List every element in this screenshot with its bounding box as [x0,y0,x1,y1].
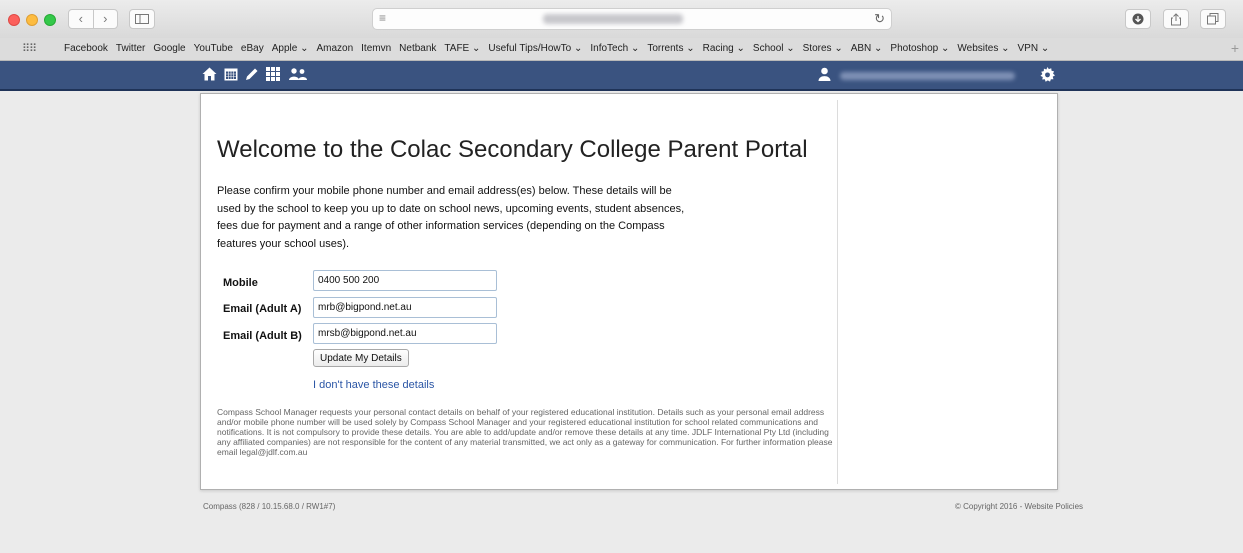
bookmark-item[interactable]: School ⌄ [753,43,795,54]
browser-titlebar: ‹ › ≡ ↻ [0,0,1243,38]
downloads-button[interactable] [1125,9,1151,29]
bookmark-item[interactable]: YouTube [194,43,233,54]
mobile-label: Mobile [223,277,258,289]
zoom-window-button[interactable] [44,14,56,26]
tabs-icon [1207,13,1219,25]
email-adult-a-label: Email (Adult A) [223,303,302,315]
bookmark-item[interactable]: Google [153,43,185,54]
bookmarks-list: Facebook Twitter Google YouTube eBay Apple ⌄ A… [64,43,1057,54]
top-sites-grid-icon[interactable]: ⠿⠿ [22,42,37,55]
email-adult-b-input[interactable] [313,323,497,344]
bookmark-item[interactable]: Useful Tips/HowTo ⌄ [488,43,582,54]
bookmark-item[interactable]: eBay [241,43,264,54]
bookmark-item[interactable]: Photoshop ⌄ [890,43,949,54]
bookmark-item[interactable]: Apple ⌄ [272,43,309,54]
url-text-blurred [543,14,683,24]
reload-icon[interactable]: ↻ [874,11,885,27]
bookmark-item[interactable]: Itemvn [361,43,391,54]
pencil-icon[interactable] [245,67,259,86]
gear-icon[interactable] [1040,67,1055,87]
email-adult-b-label: Email (Adult B) [223,330,302,342]
download-icon [1132,13,1144,25]
home-icon[interactable] [202,67,217,86]
grid-icon[interactable] [266,67,280,86]
back-forward-buttons: ‹ › [68,9,118,29]
people-icon[interactable] [288,67,308,86]
user-name-blurred[interactable] [840,72,1015,80]
footer-copyright[interactable]: © Copyright 2016 - Website Policies [955,502,1083,511]
bookmarks-bar: ⠿⠿ Facebook Twitter Google YouTube eBay Apple… [0,38,1243,61]
footer-version: Compass (828 / 10.15.68.0 / RW1#7) [203,502,336,511]
share-button[interactable] [1163,9,1189,29]
bookmark-item[interactable]: Torrents ⌄ [647,43,694,54]
tabs-overview-button[interactable] [1200,9,1226,29]
new-tab-plus-icon[interactable]: + [1231,40,1239,56]
bookmark-item[interactable]: Stores ⌄ [803,43,843,54]
reader-icon[interactable]: ≡ [379,11,386,25]
user-icon[interactable] [818,67,831,86]
mobile-input[interactable] [313,270,497,291]
chevron-left-icon[interactable]: ‹ [69,10,93,28]
sidebar-toggle-button[interactable] [129,9,155,29]
bookmark-item[interactable]: Racing ⌄ [703,43,745,54]
close-window-button[interactable] [8,14,20,26]
column-divider [837,100,838,484]
bookmark-item[interactable]: VPN ⌄ [1018,43,1050,54]
bookmark-item[interactable]: Twitter [116,43,145,54]
bookmark-item[interactable]: ABN ⌄ [851,43,883,54]
welcome-card: Welcome to the Colac Secondary College P… [200,93,1058,490]
sidebar-icon [135,14,149,24]
bookmark-item[interactable]: Amazon [316,43,353,54]
intro-text: Please confirm your mobile phone number … [217,185,685,250]
bookmark-item[interactable]: Facebook [64,43,108,54]
bookmark-item[interactable]: InfoTech ⌄ [590,43,639,54]
bookmark-item[interactable]: Netbank [399,43,436,54]
address-bar[interactable]: ≡ ↻ [372,8,892,30]
calendar-icon[interactable] [224,67,238,86]
compass-nav-bar [0,61,1243,91]
bookmark-item[interactable]: Websites ⌄ [957,43,1009,54]
bookmark-item[interactable]: TAFE ⌄ [444,43,480,54]
update-details-button[interactable]: Update My Details [313,349,409,367]
page-title: Welcome to the Colac Secondary College P… [217,136,808,163]
email-adult-a-input[interactable] [313,297,497,318]
share-icon [1171,12,1181,25]
no-details-link[interactable]: I don't have these details [313,379,434,391]
chevron-right-icon[interactable]: › [92,10,118,28]
minimize-window-button[interactable] [26,14,38,26]
privacy-disclaimer: Compass School Manager requests your per… [217,407,833,457]
